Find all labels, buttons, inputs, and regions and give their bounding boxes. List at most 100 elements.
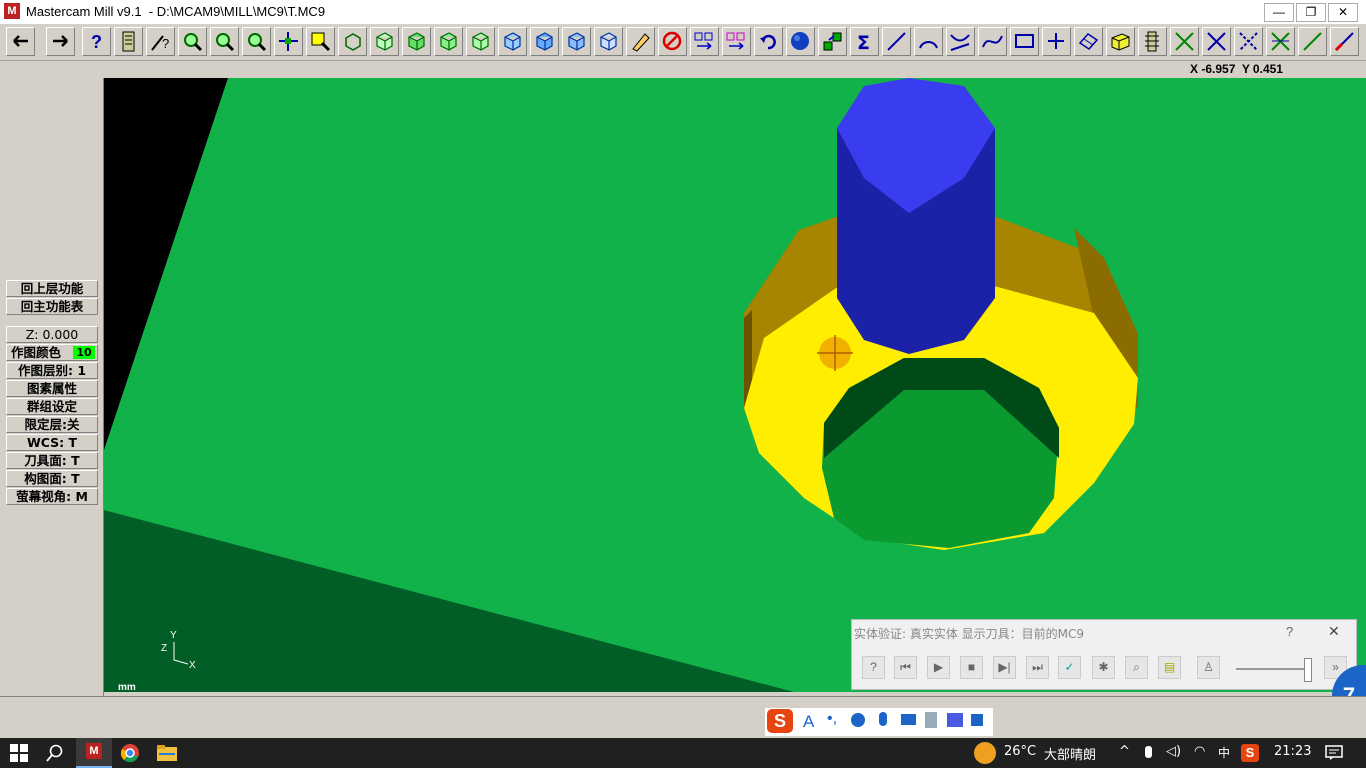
line-icon[interactable] xyxy=(882,27,911,56)
group-icon[interactable] xyxy=(818,27,847,56)
menu-wcs[interactable]: WCS: T xyxy=(6,434,98,451)
settings-icon[interactable]: ✱ xyxy=(1092,656,1115,679)
menu-back-button[interactable]: 回上层功能 xyxy=(6,280,98,297)
tray-chevron-icon[interactable]: ^ xyxy=(1119,744,1130,759)
ime-lang-icon[interactable]: 中 xyxy=(1218,744,1230,761)
toolpath-icon[interactable] xyxy=(1138,27,1167,56)
cube-blue-side-icon[interactable] xyxy=(562,27,591,56)
menu-groups[interactable]: 群组设定 xyxy=(6,398,98,415)
close-button[interactable]: ✕ xyxy=(1328,3,1358,22)
speed-slider-handle[interactable] xyxy=(1304,658,1312,682)
menu-construction-plane[interactable]: 构图面: T xyxy=(6,470,98,487)
menu-main-button[interactable]: 回主功能表 xyxy=(6,298,98,315)
pan-icon[interactable] xyxy=(274,27,303,56)
line-red-icon[interactable] xyxy=(1330,27,1359,56)
speed-slider-track[interactable] xyxy=(1236,668,1310,670)
figure-icon[interactable]: ♙ xyxy=(1197,656,1220,679)
clock-time[interactable]: 21:23 xyxy=(1274,744,1311,759)
point-icon[interactable] xyxy=(1042,27,1071,56)
sogou-ime-icon[interactable]: S xyxy=(767,709,793,733)
sum-icon[interactable]: Σ xyxy=(850,27,879,56)
menu-color[interactable]: 作图颜色 10 xyxy=(6,344,98,361)
wifi-icon[interactable]: ◠ xyxy=(1194,744,1205,759)
chrome-icon[interactable] xyxy=(120,743,140,763)
notepad-icon[interactable] xyxy=(114,27,143,56)
file-explorer-icon[interactable] xyxy=(157,744,177,762)
translate-icon[interactable] xyxy=(690,27,719,56)
ime-punct-icon[interactable]: •, xyxy=(827,710,837,728)
cube-iso-icon[interactable] xyxy=(466,27,495,56)
rotate-icon[interactable] xyxy=(338,27,367,56)
microphone-icon[interactable] xyxy=(1145,746,1152,758)
undo-icon[interactable] xyxy=(754,27,783,56)
volume-icon[interactable]: ◁) xyxy=(1166,744,1181,759)
zoom-out-icon[interactable] xyxy=(210,27,239,56)
taskbar-mastercam[interactable]: M xyxy=(76,738,112,768)
graphics-viewport[interactable]: Y Z X mm xyxy=(104,78,1366,692)
x-trim4-icon[interactable] xyxy=(1266,27,1295,56)
ime-skin-icon[interactable] xyxy=(947,713,963,727)
play-icon[interactable]: ▶ xyxy=(927,656,950,679)
forward-arrow-icon[interactable] xyxy=(46,27,75,56)
rectangle-icon[interactable] xyxy=(1010,27,1039,56)
zoom-icon[interactable]: ⌕ xyxy=(1125,656,1148,679)
cube-front-icon[interactable] xyxy=(402,27,431,56)
menu-z-depth[interactable]: Z: 0.000 xyxy=(6,326,98,343)
solid-block-icon[interactable] xyxy=(1106,27,1135,56)
windows-start-icon[interactable] xyxy=(10,744,28,762)
cube-blue-top-icon[interactable] xyxy=(498,27,527,56)
zoom-previous-icon[interactable] xyxy=(242,27,271,56)
ime-user-icon[interactable] xyxy=(925,712,937,728)
ime-menu-icon[interactable] xyxy=(971,714,983,726)
check-icon[interactable]: ✓ xyxy=(1058,656,1081,679)
verify-close-button[interactable]: ✕ xyxy=(1328,623,1340,640)
cube-blue-front-icon[interactable] xyxy=(530,27,559,56)
x-trim-icon[interactable] xyxy=(1170,27,1199,56)
svg-text:?: ? xyxy=(162,36,169,51)
eraser-icon[interactable] xyxy=(626,27,655,56)
windows-taskbar: M 26°C 大部晴朗 ^ ◁) ◠ 中 S 21:23 xyxy=(0,738,1366,768)
ime-keyboard-icon[interactable] xyxy=(901,714,916,725)
line-green-icon[interactable] xyxy=(1298,27,1327,56)
spline-icon[interactable] xyxy=(978,27,1007,56)
copy-icon[interactable] xyxy=(722,27,751,56)
menu-graphics-view[interactable]: 萤幕视角: M xyxy=(6,488,98,505)
sogou-tray-icon[interactable]: S xyxy=(1241,744,1259,762)
select-zoom-icon[interactable] xyxy=(306,27,335,56)
surface-icon[interactable] xyxy=(1074,27,1103,56)
rewind-icon[interactable]: ⏮ xyxy=(894,656,917,679)
minimize-button[interactable]: — xyxy=(1264,3,1294,22)
cube-side-icon[interactable] xyxy=(434,27,463,56)
analyze-icon[interactable]: ? xyxy=(146,27,175,56)
ime-letter-icon[interactable]: A xyxy=(803,712,814,732)
svg-text:?: ? xyxy=(91,32,102,52)
fast-forward-icon[interactable]: ⏭ xyxy=(1026,656,1049,679)
step-icon[interactable]: ▶| xyxy=(993,656,1016,679)
back-arrow-icon[interactable] xyxy=(6,27,35,56)
notification-icon[interactable] xyxy=(1325,745,1343,761)
restore-button[interactable]: ❐ xyxy=(1296,3,1326,22)
menu-mask-level[interactable]: 限定层:关 xyxy=(6,416,98,433)
verify-help-button[interactable]: ? xyxy=(1286,624,1293,639)
delete-icon[interactable] xyxy=(658,27,687,56)
fillet-icon[interactable] xyxy=(946,27,975,56)
menu-tool-plane[interactable]: 刀具面: T xyxy=(6,452,98,469)
search-icon[interactable] xyxy=(46,744,64,762)
weather-icon[interactable] xyxy=(974,742,996,764)
arc-icon[interactable] xyxy=(914,27,943,56)
tool-icon[interactable]: ▤ xyxy=(1158,656,1181,679)
cube-blue-iso-icon[interactable] xyxy=(594,27,623,56)
cursor-coordinates: X -6.957 Y 0.451 xyxy=(1190,62,1283,76)
ime-emoji-icon[interactable] xyxy=(851,713,865,727)
menu-attributes[interactable]: 图素属性 xyxy=(6,380,98,397)
help-icon[interactable]: ? xyxy=(82,27,111,56)
info-icon[interactable]: ? xyxy=(862,656,885,679)
x-trim2-icon[interactable] xyxy=(1202,27,1231,56)
zoom-window-icon[interactable] xyxy=(178,27,207,56)
cube-top-icon[interactable] xyxy=(370,27,399,56)
menu-level[interactable]: 作图层别: 1 xyxy=(6,362,98,379)
ime-mic-icon[interactable] xyxy=(879,712,887,726)
shade-sphere-icon[interactable] xyxy=(786,27,815,56)
x-trim3-icon[interactable] xyxy=(1234,27,1263,56)
stop-icon[interactable]: ■ xyxy=(960,656,983,679)
